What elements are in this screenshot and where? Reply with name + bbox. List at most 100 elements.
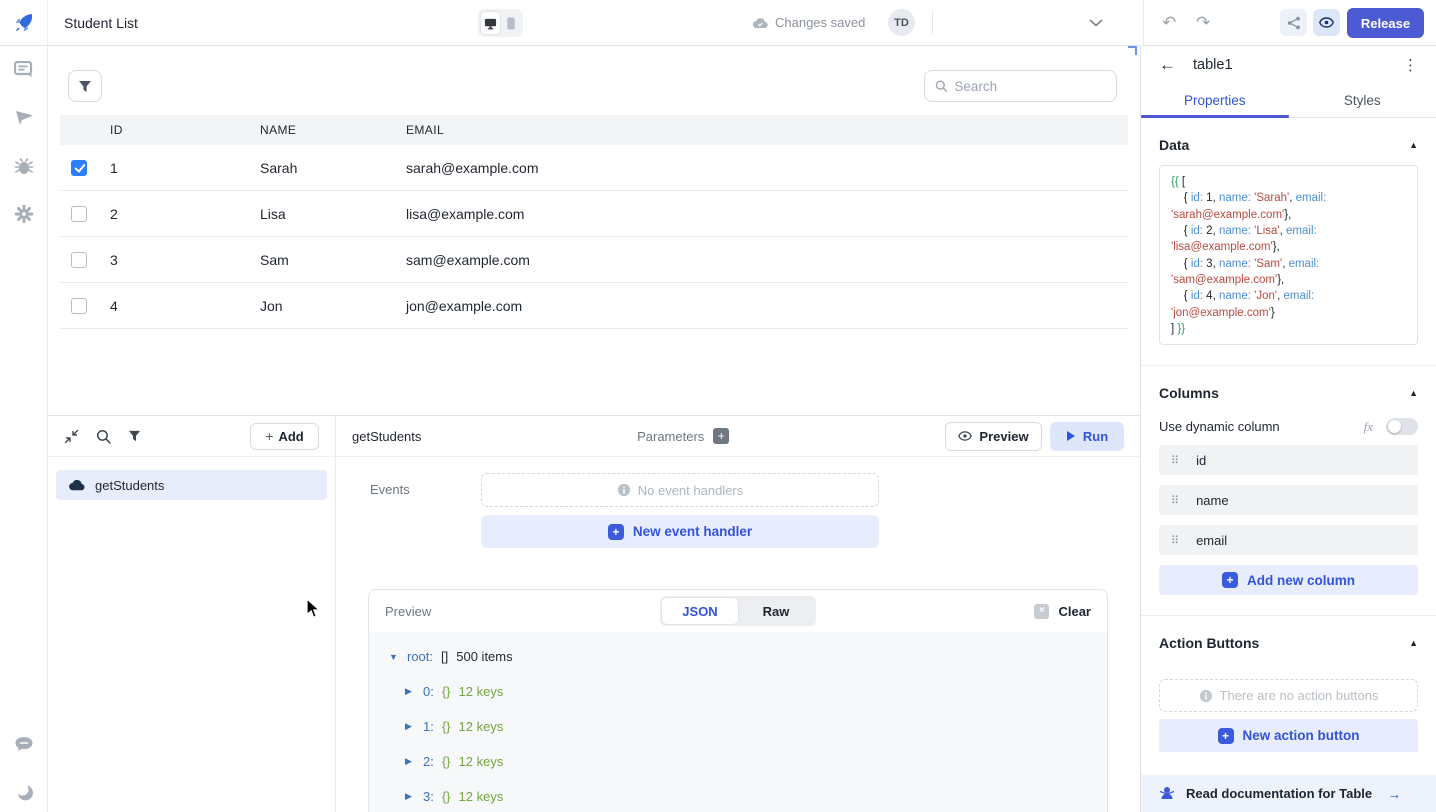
add-query-button[interactable]: + Add <box>250 423 319 450</box>
json-tree-item-row[interactable]: ▶ 1: {} 12 keys <box>389 717 1087 736</box>
caret-down-icon[interactable]: ▼ <box>389 652 399 662</box>
table-data-code-editor[interactable]: {{ [ { id: 1, name: 'Sarah', email: 'sar… <box>1159 165 1418 345</box>
tab-styles[interactable]: Styles <box>1289 84 1436 117</box>
theme-toggle-icon[interactable] <box>12 780 36 804</box>
collapse-panel-icon[interactable] <box>64 429 79 444</box>
table-filter-button[interactable] <box>68 70 102 102</box>
action-buttons-section-header[interactable]: Action Buttons ▲ <box>1159 635 1418 651</box>
debug-rail-icon[interactable] <box>12 155 36 179</box>
columns-section-title: Columns <box>1159 385 1219 401</box>
filter-queries-icon[interactable] <box>128 430 141 442</box>
search-queries-icon[interactable] <box>96 429 111 444</box>
action-buttons-section: Action Buttons ▲ There are no action but… <box>1141 635 1436 752</box>
widgets-panel-icon[interactable] <box>12 58 36 82</box>
collapse-caret-icon[interactable]: ▲ <box>1409 638 1418 648</box>
canvas-resize-handle[interactable] <box>1128 46 1137 55</box>
tree-bracket: {} <box>442 789 451 804</box>
collapse-caret-icon[interactable]: ▲ <box>1409 140 1418 150</box>
tree-key: 1: <box>423 719 434 734</box>
version-chevron-button[interactable] <box>1089 0 1103 45</box>
table-search-input[interactable] <box>954 79 1106 94</box>
action-buttons-title: Action Buttons <box>1159 635 1259 651</box>
row-checkbox[interactable] <box>71 252 87 268</box>
caret-right-icon[interactable]: ▶ <box>405 721 415 732</box>
drag-handle-icon[interactable]: ⠿ <box>1171 534 1179 547</box>
app-logo[interactable] <box>0 0 48 45</box>
device-preview-toggle[interactable] <box>478 9 523 37</box>
desktop-icon <box>484 17 497 30</box>
help-chat-icon[interactable] <box>12 732 36 756</box>
response-format-toggle: JSON Raw <box>660 596 816 626</box>
column-header-name[interactable]: NAME <box>260 123 406 137</box>
code-token: 2, <box>1203 225 1219 237</box>
mobile-view-button[interactable] <box>502 12 521 34</box>
query-editor-header: getStudents Parameters + Preview Run <box>336 416 1140 457</box>
table-search[interactable] <box>924 70 1117 102</box>
caret-right-icon[interactable]: ▶ <box>405 756 415 767</box>
dynamic-column-toggle[interactable] <box>1386 418 1418 435</box>
column-header-id[interactable]: ID <box>110 123 260 137</box>
widget-name[interactable]: table1 <box>1193 57 1233 73</box>
back-icon[interactable]: ← <box>1159 55 1176 75</box>
columns-section-header[interactable]: Columns ▲ <box>1159 385 1418 401</box>
kebab-menu-icon[interactable]: ⋮ <box>1403 56 1418 74</box>
tab-json[interactable]: JSON <box>662 598 738 624</box>
bottom-panel: + Add getStudents getStudents Parameters <box>48 415 1140 812</box>
clear-response-button[interactable]: × Clear <box>1034 604 1091 619</box>
release-button[interactable]: Release <box>1347 8 1424 38</box>
drag-handle-icon[interactable]: ⠿ <box>1171 454 1179 467</box>
run-query-button[interactable]: Run <box>1050 422 1124 451</box>
data-section-header[interactable]: Data ▲ <box>1159 137 1418 153</box>
table-row[interactable]: 3 Sam sam@example.com <box>60 237 1128 283</box>
fx-icon[interactable]: fx <box>1364 419 1373 435</box>
code-token: 'sam@example.com' <box>1171 274 1277 286</box>
bug-icon <box>14 158 34 176</box>
table-row[interactable]: 4 Jon jon@example.com <box>60 283 1128 329</box>
query-editor-title[interactable]: getStudents <box>352 429 421 444</box>
redo-button[interactable]: ↷ <box>1196 0 1210 45</box>
table-row[interactable]: 2 Lisa lisa@example.com <box>60 191 1128 237</box>
tree-bracket: {} <box>442 754 451 769</box>
column-list-item[interactable]: ⠿ id <box>1159 445 1418 475</box>
topbar-divider <box>1143 0 1144 45</box>
documentation-link[interactable]: Read documentation for Table → <box>1141 775 1436 812</box>
add-parameter-button[interactable]: + <box>713 428 729 444</box>
new-action-button[interactable]: + New action button <box>1159 719 1418 752</box>
code-token: 'Sarah' <box>1254 192 1289 204</box>
caret-right-icon[interactable]: ▶ <box>405 791 415 802</box>
user-avatar[interactable]: TD <box>888 9 915 36</box>
add-new-column-button[interactable]: + Add new column <box>1159 565 1418 595</box>
json-tree-item-row[interactable]: ▶ 3: {} 12 keys <box>389 787 1087 806</box>
row-checkbox[interactable] <box>71 206 87 222</box>
query-preview-button[interactable]: Preview <box>945 422 1042 451</box>
tab-raw[interactable]: Raw <box>738 598 814 624</box>
plus-square-icon: + <box>1218 728 1234 744</box>
deploy-rail-icon[interactable] <box>12 106 36 130</box>
share-button[interactable] <box>1280 9 1307 36</box>
cell-id: 1 <box>110 160 260 176</box>
json-tree-item-row[interactable]: ▶ 0: {} 12 keys <box>389 682 1087 701</box>
json-tree-item-row[interactable]: ▶ 2: {} 12 keys <box>389 752 1087 771</box>
share-icon <box>1287 16 1301 30</box>
preview-panel-header: Preview JSON Raw × Clear <box>369 590 1107 632</box>
desktop-view-button[interactable] <box>481 12 500 34</box>
column-header-email[interactable]: EMAIL <box>406 123 1128 137</box>
app-preview-button[interactable] <box>1313 9 1340 36</box>
undo-button[interactable]: ↶ <box>1162 0 1176 45</box>
app-canvas[interactable]: ID NAME EMAIL 1 Sarah sarah@example.com <box>48 46 1140 415</box>
tab-properties[interactable]: Properties <box>1141 84 1289 117</box>
query-list-item[interactable]: getStudents <box>56 470 327 500</box>
table-row[interactable]: 1 Sarah sarah@example.com <box>60 145 1128 191</box>
column-list-item[interactable]: ⠿ email <box>1159 525 1418 555</box>
column-item-label: name <box>1196 493 1229 508</box>
json-tree-root-row[interactable]: ▼ root: [] 500 items <box>389 647 1087 666</box>
code-token: id: <box>1191 258 1203 270</box>
settings-rail-icon[interactable] <box>12 202 36 226</box>
collapse-caret-icon[interactable]: ▲ <box>1409 388 1418 398</box>
drag-handle-icon[interactable]: ⠿ <box>1171 494 1179 507</box>
new-event-handler-button[interactable]: + New event handler <box>481 515 879 548</box>
column-list-item[interactable]: ⠿ name <box>1159 485 1418 515</box>
row-checkbox[interactable] <box>71 298 87 314</box>
row-checkbox[interactable] <box>71 160 87 176</box>
caret-right-icon[interactable]: ▶ <box>405 686 415 697</box>
